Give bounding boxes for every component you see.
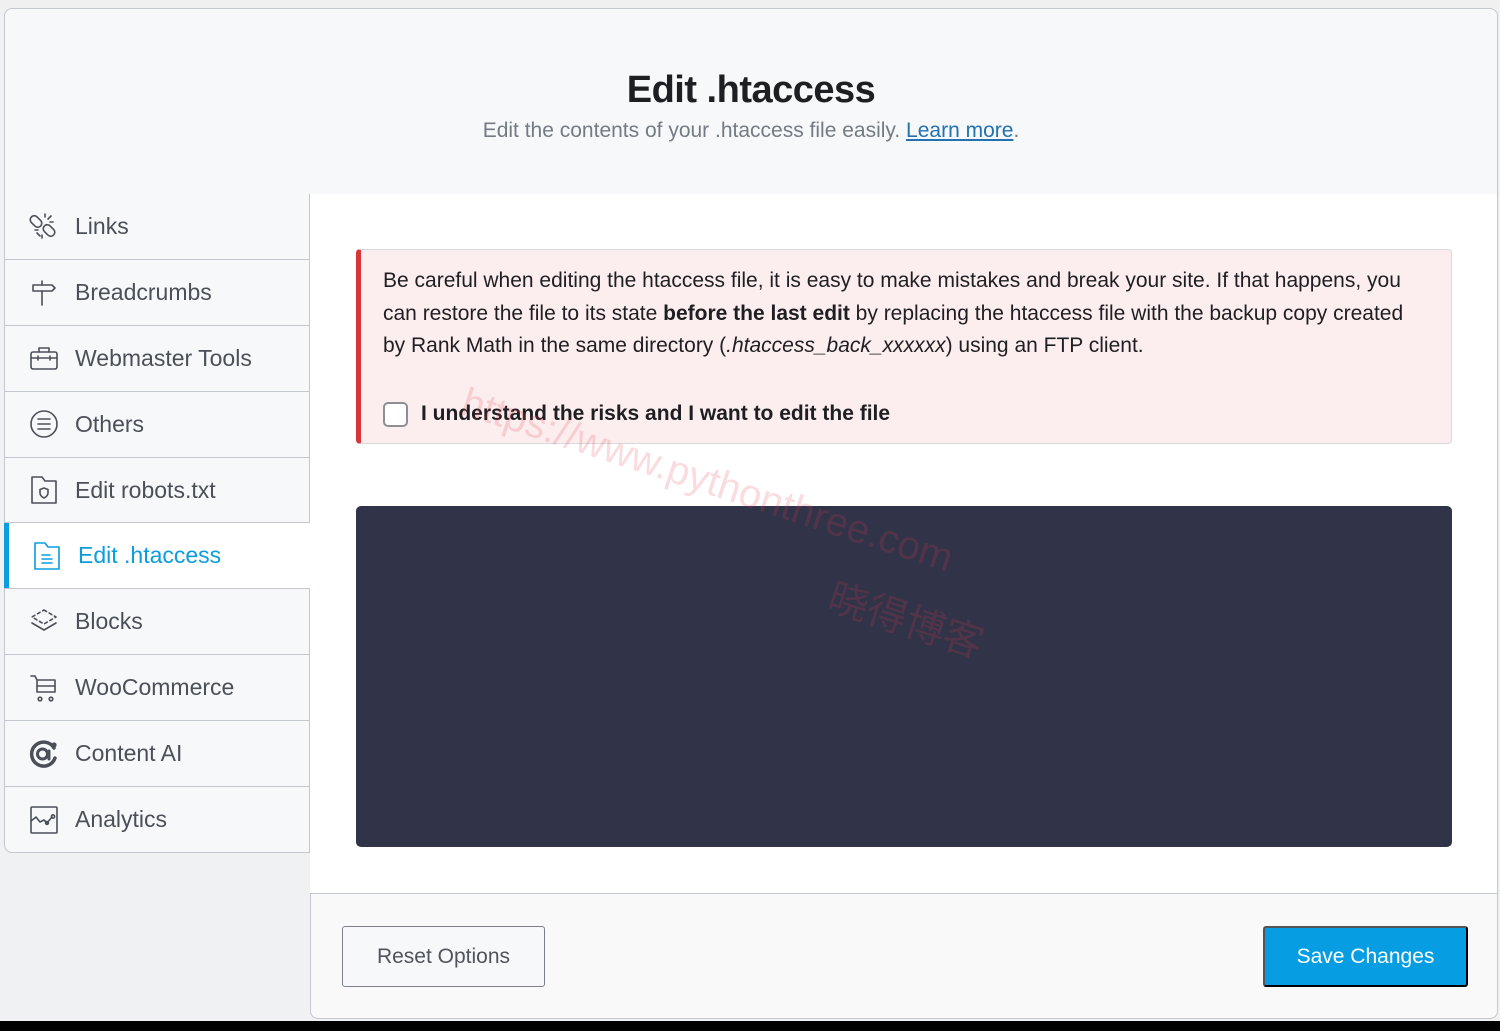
settings-footer: Reset Options Save Changes: [310, 894, 1498, 1019]
backup-filename: .htaccess_back_xxxxxx: [726, 334, 946, 357]
analytics-chart-icon: [27, 803, 61, 837]
sidebar-item-label: Links: [75, 212, 129, 239]
reset-options-button[interactable]: Reset Options: [342, 926, 545, 987]
risk-confirmation[interactable]: I understand the risks and I want to edi…: [383, 398, 890, 431]
sidebar-item-edit-robots[interactable]: Edit robots.txt: [5, 457, 310, 524]
htaccess-code-editor[interactable]: [356, 506, 1452, 847]
save-changes-button[interactable]: Save Changes: [1263, 926, 1468, 987]
sidebar-item-others[interactable]: Others: [5, 391, 310, 458]
page-background-top: [0, 0, 1500, 8]
page-header: Edit .htaccess Edit the contents of your…: [4, 8, 1498, 195]
layers-icon: [27, 605, 61, 639]
sidebar-item-label: Edit robots.txt: [75, 476, 216, 503]
learn-more-link[interactable]: Learn more: [906, 119, 1013, 142]
risk-confirmation-label: I understand the risks and I want to edi…: [421, 402, 891, 425]
sidebar-item-edit-htaccess[interactable]: Edit .htaccess: [4, 523, 312, 590]
sidebar-item-blocks[interactable]: Blocks: [5, 589, 310, 656]
signpost-icon: [27, 275, 61, 309]
sidebar-item-label: Webmaster Tools: [75, 344, 252, 371]
sidebar-item-label: Edit .htaccess: [78, 542, 222, 569]
subtitle-text: Edit the contents of your .htaccess file…: [482, 119, 901, 142]
htaccess-settings-panel: Be careful when editing the htaccess fil…: [310, 194, 1498, 894]
sidebar-item-webmaster-tools[interactable]: Webmaster Tools: [5, 325, 310, 392]
sidebar-item-content-ai[interactable]: Content AI: [5, 721, 310, 788]
page-title: Edit .htaccess: [626, 69, 876, 111]
risk-confirmation-checkbox[interactable]: [383, 401, 408, 427]
subtitle-period: .: [1013, 119, 1020, 142]
sidebar-item-label: Breadcrumbs: [75, 278, 212, 305]
sidebar-item-label: Others: [75, 410, 145, 437]
warning-notice: Be careful when editing the htaccess fil…: [356, 249, 1452, 444]
folder-shield-icon: [27, 473, 61, 507]
cart-icon: [27, 671, 61, 705]
sidebar-item-label: Blocks: [75, 608, 143, 635]
sidebar-item-label: WooCommerce: [75, 674, 235, 701]
sidebar-item-links[interactable]: Links: [5, 194, 310, 260]
sidebar-item-label: Content AI: [75, 740, 183, 767]
content-ai-icon: [27, 737, 61, 771]
sidebar-item-label: Analytics: [75, 806, 168, 833]
warning-bold-text: before the last edit: [663, 301, 850, 325]
broken-link-icon: [27, 209, 61, 243]
sidebar-item-woocommerce[interactable]: WooCommerce: [5, 655, 310, 722]
toolbox-icon: [27, 341, 61, 375]
list-circle-icon: [27, 407, 61, 441]
page-subtitle: Edit the contents of your .htaccess file…: [5, 119, 1497, 143]
screen-bottom-edge: [0, 1021, 1500, 1031]
sidebar-item-breadcrumbs[interactable]: Breadcrumbs: [5, 259, 310, 326]
settings-sidebar: Links Breadcrumbs Webmaster Tools Others…: [4, 194, 312, 853]
warning-text: Be careful when editing the htaccess fil…: [383, 269, 1404, 357]
document-folder-icon: [30, 539, 64, 573]
sidebar-item-analytics[interactable]: Analytics: [5, 787, 310, 853]
